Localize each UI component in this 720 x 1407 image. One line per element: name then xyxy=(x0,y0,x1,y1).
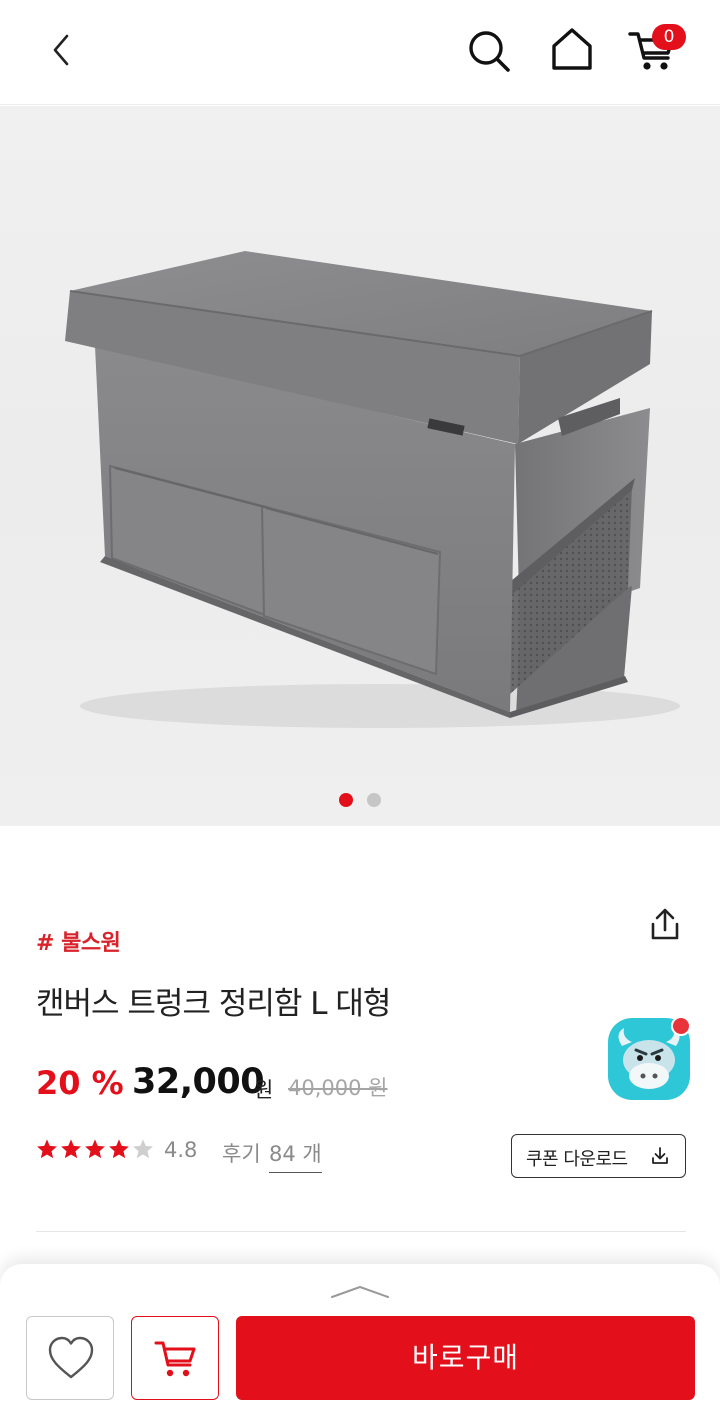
chevron-left-icon xyxy=(53,34,69,66)
download-icon xyxy=(652,1147,668,1164)
notification-dot xyxy=(671,1016,691,1036)
share-button[interactable] xyxy=(646,906,684,946)
product-image xyxy=(65,251,680,728)
price-unit: 원 xyxy=(254,1078,274,1102)
home-icon xyxy=(552,28,592,70)
product-image-gallery[interactable] xyxy=(0,106,720,826)
purchase-bottom-bar: 바로구매 xyxy=(0,1264,720,1407)
cart-count-badge: 0 xyxy=(652,24,686,50)
star-filled-icon xyxy=(37,1139,57,1159)
product-title: 캔버스 트렁크 정리함 L 대형 xyxy=(36,986,391,1022)
chevron-up-handle-icon[interactable] xyxy=(330,1284,390,1300)
back-button[interactable] xyxy=(40,28,84,72)
heart-icon xyxy=(48,1336,94,1379)
coupon-download-button[interactable]: 쿠폰 다운로드 xyxy=(511,1134,686,1178)
share-icon xyxy=(651,908,679,940)
home-button[interactable] xyxy=(549,26,595,72)
add-to-cart-button[interactable] xyxy=(131,1316,219,1400)
gallery-dot[interactable] xyxy=(367,793,381,807)
search-icon xyxy=(469,31,510,72)
section-divider xyxy=(36,1231,686,1232)
coupon-download-label: 쿠폰 다운로드 xyxy=(526,1149,628,1170)
price-row: 20 % 32,000 원 40,000 원 xyxy=(36,1062,596,1106)
rating-value: 4.8 xyxy=(164,1138,198,1162)
star-filled-icon xyxy=(61,1139,81,1159)
original-price: 40,000 원 xyxy=(288,1076,388,1100)
star-filled-icon xyxy=(109,1139,129,1159)
rating-row: 4.8 후기 84 개 쿠폰 다운로드 xyxy=(36,1134,696,1178)
sale-price: 32,000 xyxy=(132,1062,265,1102)
star-filled-icon xyxy=(85,1139,105,1159)
gallery-pagination xyxy=(0,793,720,809)
top-nav-bar: 0 xyxy=(0,0,720,105)
star-empty-icon xyxy=(133,1139,153,1159)
gallery-dot-active[interactable] xyxy=(339,793,353,807)
wishlist-button[interactable] xyxy=(26,1316,114,1400)
review-label: 후기 xyxy=(222,1142,261,1166)
discount-rate: 20 % xyxy=(36,1064,124,1102)
buy-now-button[interactable]: 바로구매 xyxy=(236,1316,695,1400)
product-detail-page: 0 # 불스원 캔버스 트렁크 정리함 L 대형 20 % 32,000 원 4… xyxy=(0,0,720,1407)
review-count-link[interactable]: 84 개 xyxy=(269,1138,322,1173)
brand-link[interactable]: # 불스원 xyxy=(36,925,121,957)
cart-icon xyxy=(154,1341,196,1377)
search-button[interactable] xyxy=(466,28,512,74)
